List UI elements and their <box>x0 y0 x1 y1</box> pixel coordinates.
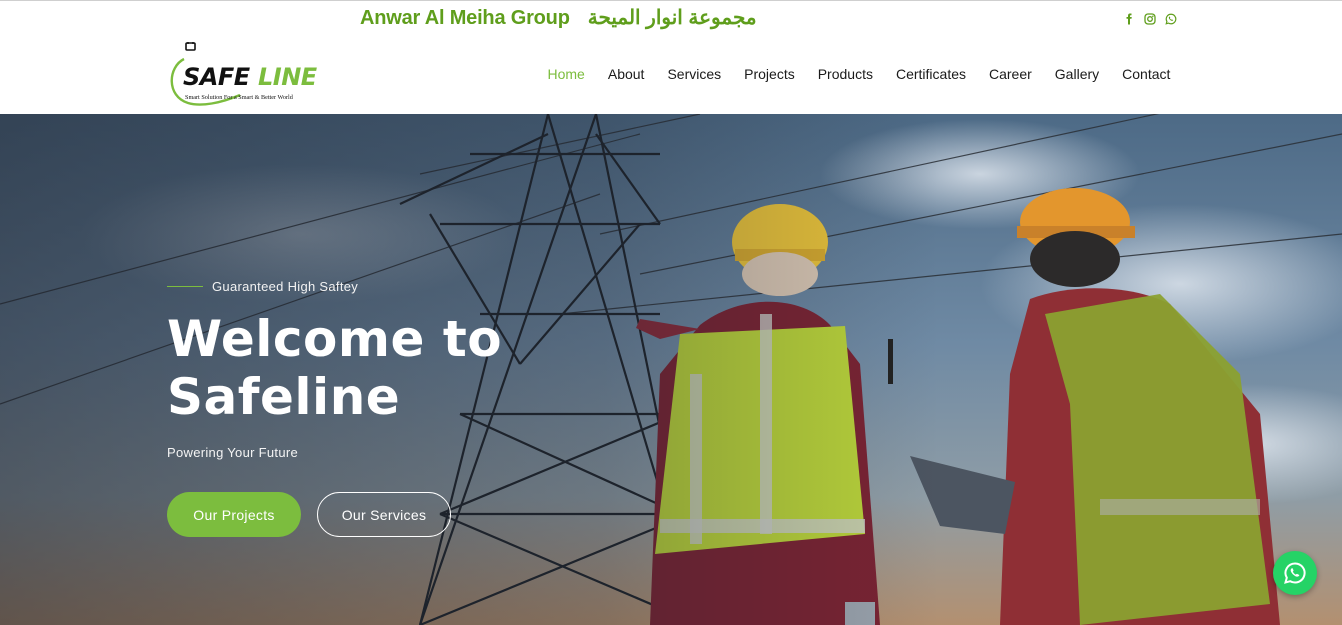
hero-subtitle: Powering Your Future <box>167 445 299 460</box>
group-name-ar: مجموعة انوار الميحة <box>587 7 757 29</box>
nav-about[interactable]: About <box>596 65 656 83</box>
whatsapp-icon <box>1284 562 1306 584</box>
nav-services[interactable]: Services <box>656 65 733 83</box>
svg-text:LINE: LINE <box>258 63 318 91</box>
our-services-button[interactable]: Our Services <box>317 492 451 537</box>
nav-products[interactable]: Products <box>806 65 884 83</box>
our-projects-button[interactable]: Our Projects <box>167 492 301 537</box>
nav-home[interactable]: Home <box>536 65 596 83</box>
social-links <box>1122 12 1177 25</box>
hero-title-line1: Welcome to <box>167 310 503 368</box>
nav-career[interactable]: Career <box>978 65 1044 83</box>
hero-tagline: Guaranteed High Saftey <box>167 279 358 294</box>
top-bar: Anwar Al Meiha Group مجموعة انوار الميحة <box>0 1 1342 33</box>
instagram-icon[interactable] <box>1143 12 1156 25</box>
group-name-en: Anwar Al Meiha Group <box>360 7 570 29</box>
group-title: Anwar Al Meiha Group مجموعة انوار الميحة <box>360 5 757 30</box>
nav-contact[interactable]: Contact <box>1111 65 1182 83</box>
hero-section: Guaranteed High Saftey Welcome to Safeli… <box>0 114 1342 625</box>
hero-title: Welcome to Safeline <box>167 310 627 426</box>
main-nav: Home About Services Projects Products Ce… <box>536 65 1182 83</box>
whatsapp-float-button[interactable] <box>1273 551 1317 595</box>
nav-gallery[interactable]: Gallery <box>1043 65 1110 83</box>
svg-text:SAFE: SAFE <box>183 63 251 91</box>
facebook-icon[interactable] <box>1122 12 1135 25</box>
svg-text:Smart Solution For a Smart & B: Smart Solution For a Smart & Better Worl… <box>185 94 294 101</box>
nav-certificates[interactable]: Certificates <box>884 65 977 83</box>
site-logo[interactable]: SAFE LINE Smart Solution For a Smart & B… <box>166 41 342 107</box>
nav-projects[interactable]: Projects <box>733 65 807 83</box>
tagline-divider <box>167 286 203 287</box>
site-header: SAFE LINE Smart Solution For a Smart & B… <box>0 33 1342 114</box>
whatsapp-icon[interactable] <box>1164 12 1177 25</box>
hero-title-line2: Safeline <box>167 368 401 426</box>
tagline-text: Guaranteed High Saftey <box>212 279 359 294</box>
